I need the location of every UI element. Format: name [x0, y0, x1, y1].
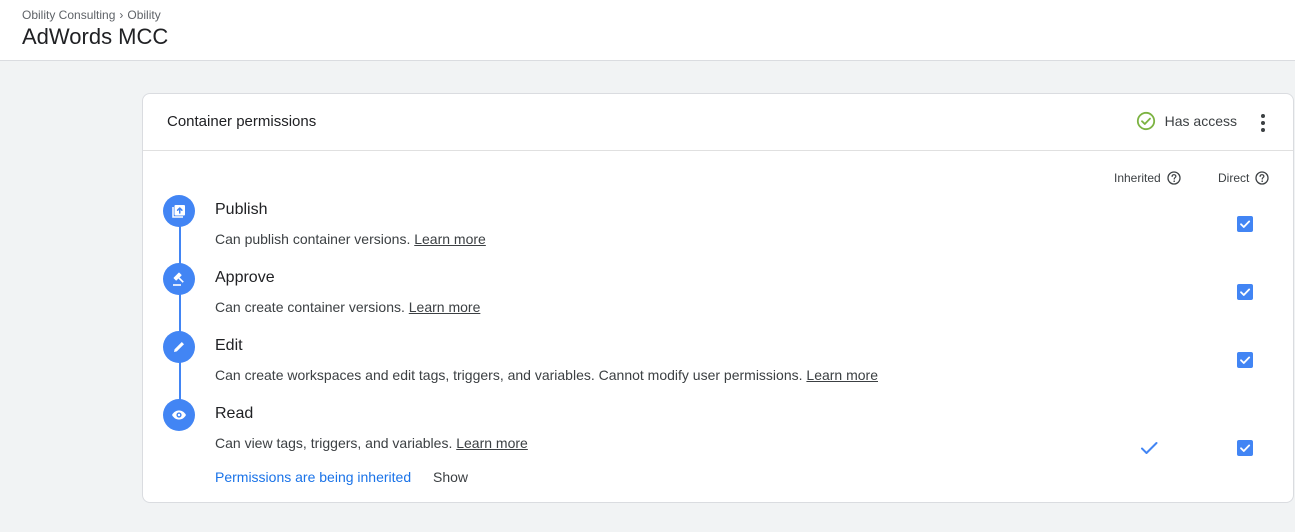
gavel-icon — [163, 263, 195, 295]
breadcrumb-account[interactable]: Obility Consulting — [22, 8, 115, 22]
help-icon[interactable] — [1255, 171, 1269, 185]
permission-description-text: Can view tags, triggers, and variables. — [215, 435, 453, 451]
inherited-permissions-note[interactable]: Permissions are being inherited — [215, 469, 411, 485]
breadcrumb: Obility Consulting › Obility — [22, 8, 161, 22]
permission-description-text: Can create workspaces and edit tags, tri… — [215, 367, 803, 383]
permission-description-text: Can create container versions. — [215, 299, 405, 315]
permission-description-text: Can publish container versions. — [215, 231, 411, 247]
access-label: Has access — [1164, 113, 1237, 129]
check-circle-icon — [1136, 111, 1156, 131]
access-status: Has access — [1136, 111, 1237, 131]
top-bar: Obility Consulting › Obility AdWords MCC — [0, 0, 1295, 61]
breadcrumb-separator: › — [119, 8, 124, 22]
page-title: AdWords MCC — [22, 24, 169, 49]
permission-description: Can create container versions. Learn mor… — [215, 299, 480, 315]
learn-more-link[interactable]: Learn more — [409, 299, 481, 315]
column-inherited: Inherited — [1114, 171, 1181, 185]
column-inherited-label: Inherited — [1114, 171, 1161, 185]
breadcrumb-container[interactable]: Obility — [127, 8, 160, 22]
permission-name: Read — [215, 405, 254, 422]
publish-icon — [163, 195, 195, 227]
timeline-connector — [179, 224, 181, 414]
learn-more-link[interactable]: Learn more — [456, 435, 528, 451]
permission-description: Can create workspaces and edit tags, tri… — [215, 367, 878, 383]
card-title: Container permissions — [167, 113, 317, 130]
direct-checkbox-read[interactable] — [1237, 440, 1253, 456]
permission-name: Approve — [215, 269, 275, 286]
permission-description: Can publish container versions. Learn mo… — [215, 231, 486, 247]
learn-more-link[interactable]: Learn more — [414, 231, 486, 247]
eye-icon — [163, 399, 195, 431]
card-header: Container permissions Has access — [143, 94, 1293, 151]
pencil-icon — [163, 331, 195, 363]
direct-checkbox-approve[interactable] — [1237, 284, 1253, 300]
permission-description: Can view tags, triggers, and variables. … — [215, 435, 528, 451]
help-icon[interactable] — [1167, 171, 1181, 185]
direct-checkbox-publish[interactable] — [1237, 216, 1253, 232]
show-button[interactable]: Show — [433, 469, 468, 485]
inherited-check-icon — [1139, 438, 1159, 458]
learn-more-link[interactable]: Learn more — [806, 367, 878, 383]
column-direct: Direct — [1218, 171, 1269, 185]
permissions-card: Container permissions Has access Inherit… — [142, 93, 1294, 503]
column-direct-label: Direct — [1218, 171, 1250, 185]
direct-checkbox-edit[interactable] — [1237, 352, 1253, 368]
more-vert-icon[interactable] — [1251, 111, 1275, 135]
permission-name: Edit — [215, 337, 243, 354]
permission-name: Publish — [215, 201, 268, 218]
